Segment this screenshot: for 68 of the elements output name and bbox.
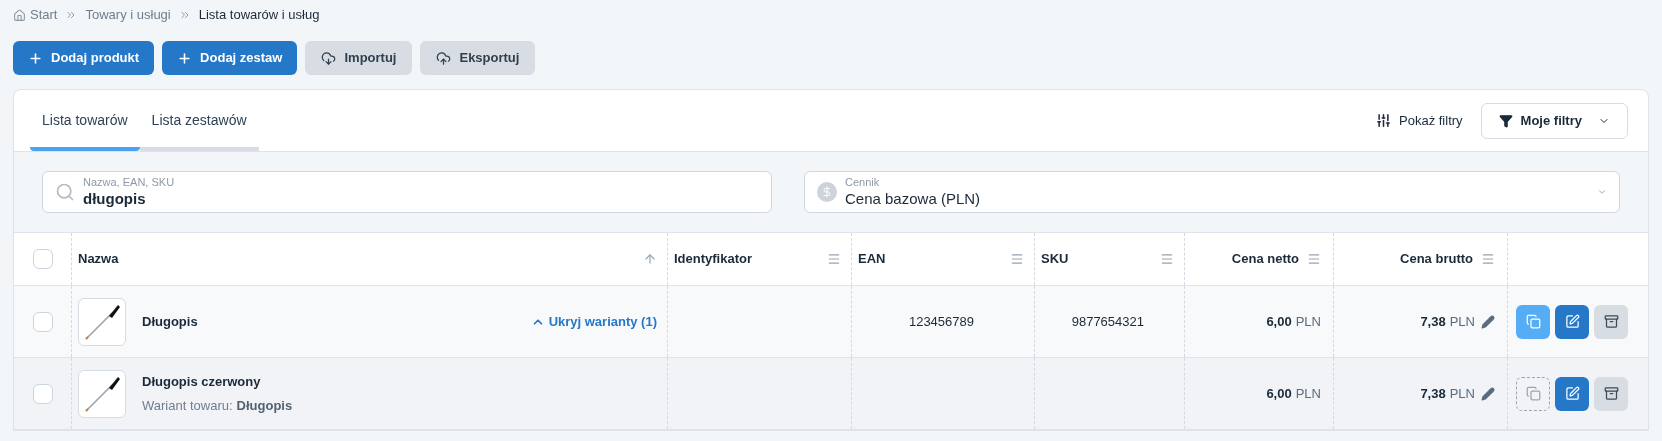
hide-variants-link[interactable]: Ukryj warianty (1) (530, 311, 657, 332)
archive-button[interactable] (1594, 376, 1628, 411)
breadcrumb-link[interactable]: Towary i usługi (85, 5, 171, 25)
cloud-upload-icon (436, 50, 452, 66)
product-name[interactable]: Długopis czerwony (142, 372, 657, 392)
price-amount: 7,38 (1420, 384, 1446, 403)
menu-icon[interactable] (1481, 252, 1495, 266)
field-value: długopis (83, 189, 147, 209)
filter-icon (1498, 113, 1513, 128)
table-cell-text: 9877654321 (1071, 312, 1144, 331)
breadcrumb-link[interactable]: Start (30, 5, 58, 25)
field-label: Cennik (845, 175, 881, 190)
checkbox[interactable] (32, 311, 53, 332)
edit-button[interactable] (1555, 376, 1589, 411)
dollar-icon (817, 182, 837, 202)
my-filters-button[interactable]: Moje filtry (1480, 102, 1628, 139)
price-amount: 7,38 (1420, 312, 1446, 331)
pencil-icon[interactable] (1481, 314, 1495, 329)
currency-label: PLN (1449, 312, 1475, 331)
pencil-icon[interactable] (1481, 386, 1495, 401)
field-label: Nazwa, EAN, SKU (83, 175, 175, 190)
column-header[interactable]: Cena brutto (1400, 249, 1473, 269)
archive-icon (1603, 386, 1619, 401)
show-filters-button[interactable]: Pokaż filtry (1376, 110, 1463, 131)
checkbox[interactable] (32, 249, 53, 269)
table-cell-text: 123456789 (908, 312, 974, 331)
search-field[interactable]: Nazwa, EAN, SKU długopis (42, 171, 772, 213)
price-list-select[interactable]: Cennik Cena bazowa (PLN) (804, 171, 1620, 213)
chevron-down-icon (1597, 187, 1607, 197)
action-button[interactable]: Eksportuj (420, 41, 536, 75)
price-amount: 6,00 (1266, 312, 1292, 331)
action-button[interactable]: Importuj (305, 41, 413, 75)
copy-icon (1525, 314, 1541, 329)
plus-icon (28, 50, 43, 66)
cloud-download-icon (321, 50, 337, 66)
menu-icon[interactable] (1307, 252, 1321, 266)
currency-label: PLN (1449, 384, 1475, 403)
menu-icon[interactable] (827, 252, 841, 266)
search-icon (55, 182, 75, 202)
column-header[interactable]: Identyfikator (674, 249, 752, 269)
duplicate-button[interactable] (1516, 304, 1550, 339)
menu-icon[interactable] (1010, 252, 1024, 266)
column-header[interactable]: SKU (1041, 249, 1069, 269)
menu-icon[interactable] (1160, 252, 1174, 266)
edit-icon (1564, 386, 1580, 401)
column-header[interactable]: Nazwa (78, 249, 119, 269)
archive-button[interactable] (1594, 304, 1628, 339)
column-header[interactable]: EAN (858, 249, 886, 269)
action-button[interactable]: Dodaj zestaw (162, 41, 298, 75)
plus-icon (177, 50, 193, 66)
home-icon (13, 8, 26, 22)
currency-label: PLN (1295, 312, 1321, 331)
currency-label: PLN (1295, 384, 1321, 403)
price-amount: 6,00 (1266, 384, 1292, 403)
field-value: Cena bazowa (PLN) (845, 189, 982, 209)
variant-label: Wariant towaru: (142, 396, 233, 415)
checkbox[interactable] (32, 383, 53, 404)
action-button[interactable]: Dodaj produkt (13, 41, 155, 75)
archive-icon (1603, 314, 1619, 329)
copy-icon (1525, 386, 1541, 401)
product-name[interactable]: Długopis (142, 311, 515, 332)
edit-icon (1564, 314, 1580, 329)
variant-parent: Długopis (236, 396, 293, 415)
column-header[interactable]: Cena netto (1231, 249, 1299, 269)
edit-button[interactable] (1555, 304, 1589, 339)
breadcrumb-current: Lista towarów i usług (198, 6, 320, 25)
chevron-right-icon (178, 9, 191, 21)
sliders-icon (1376, 113, 1391, 128)
